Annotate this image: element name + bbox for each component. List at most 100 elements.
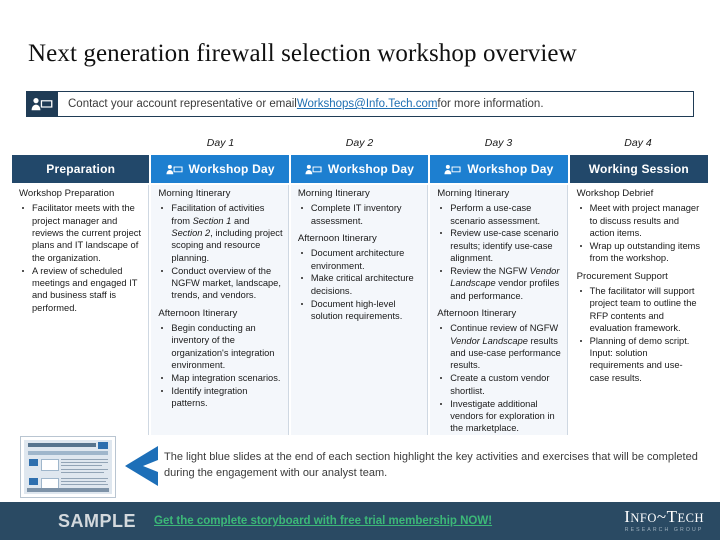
bullet-list: The facilitator will support project tea…	[577, 285, 702, 384]
sample-label: SAMPLE	[58, 510, 137, 531]
bullet-item: Conduct overview of the NGFW market, lan…	[158, 265, 282, 302]
day-label-1: Day 1	[206, 137, 235, 149]
itinerary-column-2: Morning Itinerary Facilitation of activit…	[151, 185, 289, 435]
itinerary-column-1: Workshop Preparation Facilitator meets wi…	[12, 185, 150, 435]
bullet-item: A review of scheduled meetings and engag…	[19, 265, 143, 314]
bullet-item: Document high-level solution requirement…	[298, 298, 422, 323]
bullet-list: Perform a use-case scenario assessment. R…	[437, 202, 561, 302]
slide-thumbnail[interactable]	[20, 436, 116, 498]
section-title: Morning Itinerary	[437, 188, 510, 199]
column-header-4[interactable]: Workshop Day	[430, 155, 568, 183]
day-labels-row: Day 1 Day 2 Day 3 Day 4	[12, 134, 708, 152]
bullet-item: Make critical architecture decisions.	[298, 272, 422, 297]
column-headers-row: Preparation Workshop Day Workshop Day Works…	[12, 155, 709, 183]
thumbnail-icon-2	[29, 478, 38, 485]
column-header-label: Working Session	[588, 162, 689, 176]
day-label-0	[12, 134, 151, 152]
person-presentation-icon	[444, 164, 461, 175]
section-title: Afternoon Itinerary	[297, 232, 377, 244]
column-header-label: Workshop Day	[467, 162, 554, 176]
section-title: Workshop Debrief	[576, 188, 654, 199]
thumbnail-line	[61, 469, 108, 470]
column-divider	[287, 185, 289, 435]
free-trial-cta-link[interactable]: Get the complete storyboard with free tr…	[154, 515, 492, 527]
bullet-item: Wrap up outstanding items from the works…	[577, 240, 702, 265]
bullet-item: Facilitator meets with the project manag…	[19, 202, 143, 264]
logo-ech: ECH	[677, 511, 704, 525]
column-divider	[566, 185, 568, 435]
thumbnail-title-bar	[28, 443, 96, 447]
thumbnail-accent-bar	[28, 451, 108, 455]
thumbnail-line	[61, 465, 102, 466]
person-presentation-icon	[305, 164, 322, 175]
contact-icon-container	[26, 91, 58, 117]
column-header-2[interactable]: Workshop Day	[151, 155, 289, 183]
logo-t: T	[666, 507, 678, 526]
column-header-5[interactable]: Working Session	[569, 155, 709, 183]
bullet-list: Begin conducting an inventory of the org…	[158, 322, 282, 410]
bullet-list: Facilitator meets with the project manag…	[19, 202, 143, 314]
thumbnail-line	[61, 481, 106, 482]
thumbnail-logo	[98, 442, 108, 449]
column-divider	[427, 185, 429, 435]
contact-text-after: for more information.	[437, 98, 544, 110]
bullet-list: Complete IT inventory assessment.	[298, 202, 422, 227]
bottom-note-text: The light blue slides at the end of each…	[164, 451, 698, 479]
day-label-3: Day 3	[484, 137, 513, 149]
bullet-item: Investigate additional vendors for explo…	[437, 398, 561, 435]
thumbnail-icon-1	[29, 459, 38, 466]
bottom-note: The light blue slides at the end of each…	[12, 436, 708, 498]
logo-nfo: NFO	[630, 511, 657, 525]
bullet-item: Identify integration patterns.	[158, 385, 282, 410]
bullet-item: Review use-case scenario results; identi…	[437, 227, 561, 264]
bullet-list: Document architecture environment. Make c…	[298, 247, 422, 322]
column-header-3[interactable]: Workshop Day	[290, 155, 429, 183]
logo-tagline: RESEARCH GROUP	[624, 527, 704, 533]
section-title: Procurement Support	[576, 270, 668, 282]
section-title: Morning Itinerary	[158, 188, 231, 199]
contact-email-link[interactable]: Workshops@Info.Tech.com	[297, 98, 438, 110]
footer-bar: SAMPLE Get the complete storyboard with …	[0, 502, 720, 540]
column-header-1[interactable]: Preparation	[12, 155, 150, 183]
thumbnail-line	[61, 462, 108, 463]
column-header-label: Workshop Day	[327, 162, 415, 176]
person-presentation-icon	[31, 97, 53, 111]
chevron-left-icon	[125, 446, 159, 486]
thumbnail-line	[61, 478, 108, 479]
contact-text-before: Contact your account representative or e…	[68, 98, 297, 110]
day-label-2: Day 2	[345, 137, 374, 149]
bullet-item: Map integration scenarios.	[158, 372, 282, 384]
logo-sep: ~	[656, 507, 667, 526]
itinerary-column-5: Workshop Debrief Meet with project manage…	[569, 185, 709, 435]
itinerary-columns: Workshop Preparation Facilitator meets wi…	[12, 185, 709, 435]
bullet-list: Facilitation of activities from Section …	[158, 202, 283, 302]
thumbnail-inner	[24, 440, 112, 494]
page-title: Next generation firewall selection works…	[28, 40, 577, 67]
column-header-label: Preparation	[46, 162, 116, 176]
bullet-item: Create a custom vendor shortlist.	[437, 372, 561, 397]
contact-text: Contact your account representative or e…	[58, 91, 694, 117]
column-header-label: Workshop Day	[188, 162, 275, 176]
section-title: Morning Itinerary	[297, 188, 370, 199]
itinerary-column-3: Morning Itinerary Complete IT inventory a…	[290, 185, 429, 435]
contact-banner: Contact your account representative or e…	[26, 91, 694, 117]
thumbnail-line	[61, 472, 104, 473]
day-label-4: Day 4	[624, 137, 652, 149]
bullet-item: Review the NGFW Vendor Landscape vendor …	[437, 265, 561, 302]
section-title: Afternoon Itinerary	[437, 308, 517, 320]
bullet-item: Planning of demo script. Input: solution…	[577, 335, 702, 384]
thumbnail-footer-bar	[27, 488, 109, 492]
bullet-item: Complete IT inventory assessment.	[298, 202, 422, 227]
section-title: Afternoon Itinerary	[158, 307, 238, 319]
bullet-list: Continue review of NGFW Vendor Landscape…	[437, 322, 561, 434]
thumbnail-panel-1	[41, 459, 59, 471]
section-title: Workshop Preparation	[19, 188, 115, 199]
bullet-item: The facilitator will support project tea…	[577, 285, 702, 334]
bullet-item: Document architecture environment.	[298, 247, 422, 272]
itinerary-column-4: Morning Itinerary Perform a use-case scen…	[430, 185, 568, 435]
logo-wordmark: INFO~TECH	[624, 508, 704, 525]
bullet-list: Meet with project manager to discuss res…	[577, 202, 702, 264]
person-presentation-icon	[165, 164, 183, 175]
bullet-item: Continue review of NGFW Vendor Landscape…	[437, 322, 561, 371]
bullet-item: Begin conducting an inventory of the org…	[158, 322, 282, 371]
